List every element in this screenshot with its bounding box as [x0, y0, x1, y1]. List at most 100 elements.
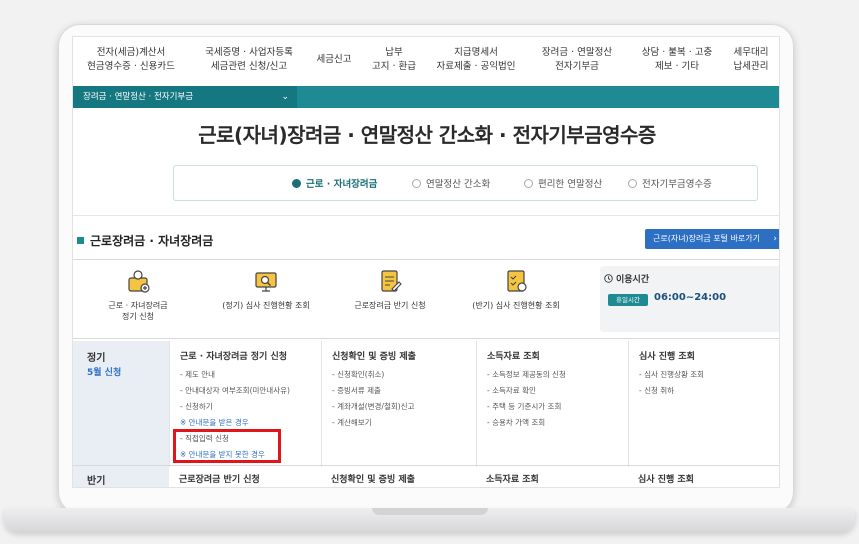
tab-label: 편리한 연말정산 — [538, 179, 603, 190]
nav-item-incentives[interactable]: 장려금 · 연말정산 전자기부금 — [542, 46, 612, 74]
divider — [73, 215, 779, 216]
form-pen-icon — [381, 270, 402, 292]
nav-item-payment[interactable]: 납부 고지 · 환급 — [372, 46, 416, 74]
nav-line: 제보 · 기타 — [654, 61, 700, 72]
menu-column-income: 소득자료 조회 소득정보 제공동의 신청 소득자료 확인 주택 등 기준시가 조… — [476, 341, 628, 467]
person-document-icon — [128, 270, 150, 293]
portal-shortcut-button[interactable]: 근로(자녀)장려금 포털 바로가기 › — [645, 229, 779, 249]
menu-link[interactable]: 신청 취하 — [639, 383, 704, 399]
column-title: 심사 진행 조회 — [638, 475, 694, 485]
menu-link[interactable]: 제도 안내 — [180, 367, 290, 383]
service-icons-row: 근로 · 자녀장려금 정기 신청 (정기) 심사 진행현황 조회 근로장려금 반… — [73, 259, 779, 339]
nav-item-statements[interactable]: 지급명세서 자료제출 · 공익법인 — [437, 46, 516, 74]
browser-screen: 전자(세금)계산서 현금영수증 · 신용카드 국세증명 · 사업자등록 세금관련… — [72, 36, 780, 488]
circle-icon — [524, 179, 533, 188]
menu-link[interactable]: 심사 진행상황 조회 — [639, 367, 704, 383]
service-regular-status[interactable]: (정기) 심사 진행현황 조회 — [201, 268, 331, 311]
nav-line: 세금관련 신청/신고 — [210, 61, 288, 72]
nav-line: 장려금 · 연말정산 — [541, 47, 613, 58]
nav-line: 자료제출 · 공익법인 — [436, 61, 516, 72]
menu-link[interactable]: 소득정보 제공동의 신청 — [487, 367, 566, 383]
column-items: 소득정보 제공동의 신청 소득자료 확인 주택 등 기준시가 조회 승용차 가액… — [487, 367, 566, 431]
menu-link[interactable]: 안내대상자 여부조회(미안내사유) — [180, 383, 290, 399]
breadcrumb-dropdown[interactable]: 장려금 · 연말정산 · 전자기부금 ⌄ — [73, 86, 297, 108]
tab-incentives[interactable]: 근로 · 자녀장려금 — [292, 176, 377, 190]
hours-label: 이용시간 — [604, 272, 649, 285]
circle-icon — [412, 179, 421, 188]
service-label: (반기) 심사 진행현황 조회 — [472, 301, 560, 310]
period-sub-label: 5월 신청 — [87, 368, 122, 378]
nav-line: 납부 — [385, 47, 403, 58]
section-title: 근로장려금 · 자녀장려금 — [77, 232, 213, 249]
service-half-apply[interactable]: 근로장려금 반기 신청 — [325, 268, 455, 311]
column-title: 신청확인 및 증빙 제출 — [332, 352, 416, 362]
period-cell: 반기 — [73, 466, 169, 487]
menu-link[interactable]: 계좌개설(변경/철회)신고 — [332, 399, 414, 415]
menu-link[interactable]: 승용차 가액 조회 — [487, 415, 566, 431]
check-circle-icon — [292, 179, 301, 188]
period-cell: 정기 5월 신청 — [73, 341, 169, 467]
page-title: 근로(자녀)장려금 · 연말정산 간소화 · 전자기부금영수증 — [198, 123, 656, 147]
shortcut-label: 근로(자녀)장려금 포털 바로가기 — [653, 234, 761, 243]
hours-badge: 휴일시간 — [608, 294, 648, 306]
breadcrumb-bar: 장려금 · 연말정산 · 전자기부금 ⌄ — [73, 86, 779, 108]
tab-year-end-simplified[interactable]: 연말정산 간소화 — [412, 176, 490, 190]
column-title: 소득자료 조회 — [487, 352, 540, 362]
laptop-notch — [372, 508, 488, 515]
monitor-search-icon — [255, 272, 277, 292]
menu-grid: 정기 5월 신청 근로 · 자녀장려금 정기 신청 제도 안내 안내대상자 여부… — [73, 341, 779, 471]
column-items: 심사 진행상황 조회 신청 취하 — [639, 367, 704, 399]
period-label: 반기 — [87, 476, 106, 487]
clock-icon — [604, 274, 613, 283]
nav-line: 세무대리 — [733, 47, 769, 58]
column-title: 근로장려금 반기 신청 — [179, 475, 260, 485]
tab-label: 연말정산 간소화 — [426, 179, 491, 190]
section-title-text: 근로장려금 · 자녀장려금 — [90, 234, 214, 248]
tab-convenient-year-end[interactable]: 편리한 연말정산 — [524, 176, 602, 190]
nav-line: 전자(세금)계산서 — [96, 47, 166, 58]
nav-item-certificates[interactable]: 국세증명 · 사업자등록 세금관련 신청/신고 — [205, 46, 293, 74]
service-label: 근로 · 자녀장려금 — [108, 301, 168, 310]
nav-line: 지급명세서 — [454, 47, 498, 58]
nav-line: 납세관리 — [733, 61, 769, 72]
period-label: 정기 — [87, 353, 106, 364]
nav-item-counsel[interactable]: 상담 · 불복 · 고충 제보 · 기타 — [642, 46, 713, 74]
square-bullet-icon — [77, 237, 84, 244]
hours-time: 06:00~24:00 — [654, 292, 727, 303]
menu-link[interactable]: 주택 등 기준시가 조회 — [487, 399, 566, 415]
half-year-row: 반기 근로장려금 반기 신청 신청확인 및 증빙 제출 소득자료 조회 심사 진… — [73, 465, 779, 487]
checklist-icon — [507, 270, 527, 292]
service-label: 근로장려금 반기 신청 — [354, 301, 426, 310]
menu-link[interactable]: 증빙서류 제출 — [332, 383, 414, 399]
menu-link[interactable]: 신청확인(취소) — [332, 367, 414, 383]
tab-label: 전자기부금영수증 — [642, 179, 712, 190]
column-items: 신청확인(취소) 증빙서류 제출 계좌개설(변경/철회)신고 계산해보기 — [332, 367, 414, 431]
nav-line: 전자기부금 — [555, 61, 599, 72]
service-hours-panel: 이용시간 휴일시간 06:00~24:00 — [600, 266, 779, 332]
menu-link[interactable]: 소득자료 확인 — [487, 383, 566, 399]
circle-icon — [628, 179, 637, 188]
service-label: 정기 신청 — [122, 312, 154, 321]
step-tabs: 근로 · 자녀장려금 연말정산 간소화 편리한 연말정산 전자기부금영수증 — [173, 165, 758, 201]
menu-column-review: 심사 진행 조회 심사 진행상황 조회 신청 취하 — [628, 341, 779, 467]
menu-column-verification: 신청확인 및 증빙 제출 신청확인(취소) 증빙서류 제출 계좌개설(변경/철회… — [321, 341, 476, 467]
hours-label-text: 이용시간 — [616, 275, 650, 285]
service-label: (정기) 심사 진행현황 조회 — [222, 301, 310, 310]
tab-e-donation-receipt[interactable]: 전자기부금영수증 — [628, 176, 712, 190]
service-half-status[interactable]: (반기) 심사 진행현황 조회 — [451, 268, 581, 311]
chevron-down-icon: ⌄ — [281, 92, 289, 102]
nav-line: 국세증명 · 사업자등록 — [205, 47, 293, 58]
nav-line: 현금영수증 · 신용카드 — [87, 61, 175, 72]
highlight-box — [173, 429, 281, 463]
service-regular-apply[interactable]: 근로 · 자녀장려금 정기 신청 — [73, 268, 203, 322]
nav-line: 세금신고 — [316, 54, 352, 65]
nav-line: 고지 · 환급 — [371, 61, 417, 72]
menu-link[interactable]: 계산해보기 — [332, 415, 414, 431]
nav-item-tax-return[interactable]: 세금신고 — [317, 53, 352, 67]
nav-line: 상담 · 불복 · 고충 — [641, 47, 713, 58]
column-title: 심사 진행 조회 — [639, 352, 695, 362]
chevron-right-icon: › — [773, 234, 777, 244]
menu-link[interactable]: 신청하기 — [180, 399, 290, 415]
nav-item-e-invoice[interactable]: 전자(세금)계산서 현금영수증 · 신용카드 — [87, 46, 175, 74]
nav-item-tax-agent[interactable]: 세무대리 납세관리 — [734, 46, 769, 74]
